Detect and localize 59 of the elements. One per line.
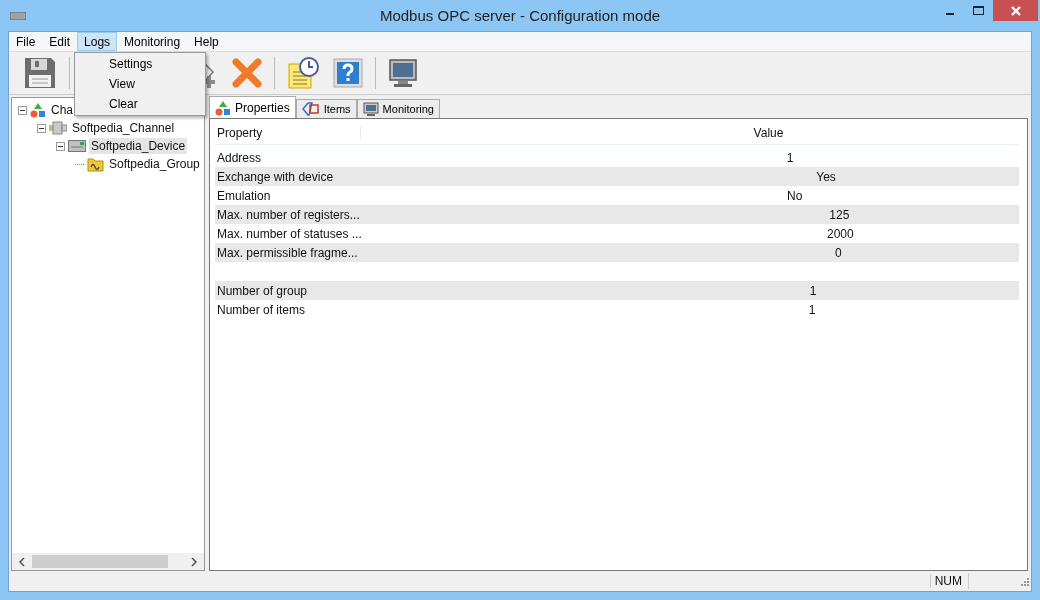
property-value: Yes <box>815 169 837 184</box>
property-value: 2000 <box>826 226 855 241</box>
property-name: Emulation <box>216 188 271 203</box>
connector-icon <box>49 120 67 136</box>
collapse-icon[interactable] <box>56 141 65 151</box>
num-lock-indicator: NUM <box>929 574 966 588</box>
monitor-icon <box>362 101 379 117</box>
property-name: Address <box>216 150 262 165</box>
property-name: Number of items <box>216 302 306 317</box>
tree-item[interactable]: Softpedia_Channel <box>70 120 177 136</box>
property-value: 0 <box>834 245 843 260</box>
menu-item[interactable]: File <box>9 32 43 51</box>
collapse-icon[interactable] <box>18 105 27 115</box>
menu-item[interactable]: Logs <box>77 32 118 51</box>
window-title: Modbus OPC server - Configuration mode <box>379 7 661 24</box>
tree-item[interactable]: Softpedia_Device <box>89 138 188 154</box>
scrollbar-thumb[interactable] <box>32 555 168 568</box>
property-value: 125 <box>828 207 851 222</box>
menu-item[interactable]: Help <box>187 32 226 51</box>
scroll-left-icon[interactable] <box>18 556 26 567</box>
menu-option[interactable]: Settings <box>75 54 205 74</box>
menu-option[interactable]: Clear <box>75 94 205 114</box>
property-name: Max. permissible fragme... <box>216 245 358 260</box>
tree-item[interactable]: Softpedia_Group <box>107 156 202 172</box>
maximize-icon <box>973 5 984 16</box>
property-name: Max. number of statuses ... <box>216 226 362 241</box>
app-icon <box>10 11 26 20</box>
shapes-icon <box>30 102 46 118</box>
property-value: 1 <box>808 283 818 298</box>
property-value: No <box>786 188 804 203</box>
column-header[interactable]: Value <box>361 126 1019 140</box>
property-name: Number of group <box>216 283 308 298</box>
property-name: Exchange with device <box>216 169 334 184</box>
close-button[interactable] <box>993 0 1038 21</box>
notes-clock-icon[interactable] <box>287 56 321 90</box>
scroll-right-icon[interactable] <box>190 556 198 567</box>
save-icon[interactable] <box>23 56 57 90</box>
tag-square-icon <box>301 102 320 116</box>
collapse-icon[interactable] <box>37 123 46 133</box>
menu-item[interactable]: Monitoring <box>117 32 188 51</box>
tree-item[interactable]: Cha <box>49 102 75 118</box>
menu-item[interactable]: Edit <box>42 32 78 51</box>
close-icon <box>1009 4 1022 17</box>
property-name: Max. number of registers... <box>216 207 360 222</box>
tab[interactable]: Properties <box>209 96 296 118</box>
horizontal-scrollbar[interactable] <box>12 553 204 570</box>
monitor-icon[interactable] <box>388 58 418 88</box>
property-value: 1 <box>785 150 795 165</box>
menu-option[interactable]: View <box>75 74 205 94</box>
tab[interactable]: Items <box>295 99 357 118</box>
column-header[interactable]: Property <box>215 126 361 140</box>
folder-wave-icon <box>87 156 104 172</box>
property-value: 1 <box>807 302 817 317</box>
help-icon[interactable] <box>333 58 363 88</box>
device-icon <box>68 139 86 153</box>
minimize-icon <box>945 12 954 15</box>
shapes-icon <box>215 99 231 116</box>
resize-grip-icon[interactable] <box>1019 576 1029 586</box>
tab[interactable]: Monitoring <box>356 99 440 118</box>
